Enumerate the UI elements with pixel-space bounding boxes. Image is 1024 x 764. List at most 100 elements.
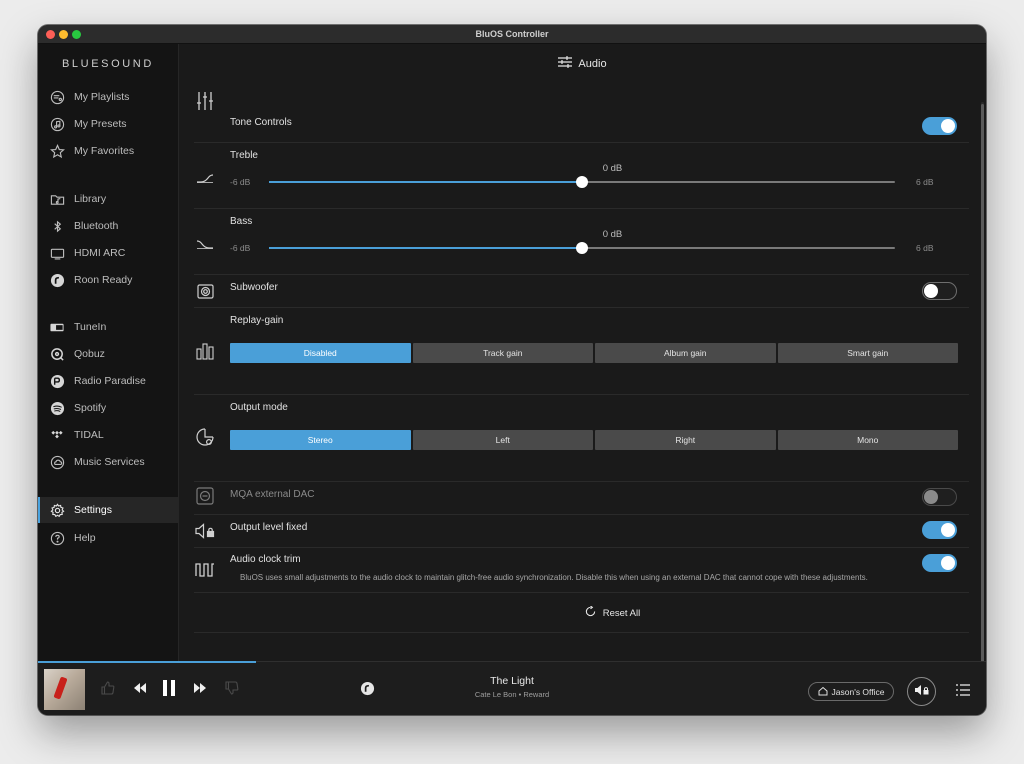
sidebar-item-label: Help [74,532,96,544]
sidebar-item-label: HDMI ARC [74,247,126,259]
page-header: Audio [179,55,986,73]
output-level-fixed-toggle[interactable] [922,521,957,539]
sidebar-item-radio-paradise[interactable]: Radio Paradise [38,368,179,394]
sidebar-item-my-presets[interactable]: My Presets [38,111,179,137]
sidebar-item-label: My Presets [74,118,127,130]
toggle-knob [941,556,955,570]
sidebar-item-label: Settings [74,504,112,516]
audio-settings-panel: Audio Tone Controls Treble 0 dB -6 dB 6 … [179,44,986,677]
bluetooth-icon [49,218,65,234]
audio-clock-trim-description: BluOS uses small adjustments to the audi… [240,573,868,582]
mqa-external-dac-toggle[interactable] [922,488,957,506]
room-name: Jason's Office [831,686,885,697]
output-mode-left-button[interactable]: Left [412,430,593,450]
sidebar-item-label: TuneIn [74,321,107,333]
treble-slider[interactable] [269,176,895,188]
gear-icon [49,502,65,518]
reset-all-row: Reset All [179,605,986,620]
audio-clock-trim-label: Audio clock trim [230,554,301,565]
output-mode-mono-button[interactable]: Mono [777,430,958,450]
page-title: Audio [578,57,607,70]
folder-music-icon [49,191,65,207]
tone-controls-label: Tone Controls [230,117,292,128]
replay-gain-smart-button[interactable]: Smart gain [777,343,958,363]
reset-all-label: Reset All [602,607,641,619]
tidal-icon [49,427,65,443]
output-mode-stereo-button[interactable]: Stereo [230,430,411,450]
subwoofer-icon [194,281,216,301]
sidebar-item-library[interactable]: Library [38,186,179,212]
sidebar-item-tunein[interactable]: TuneIn [38,314,179,340]
scrollbar-thumb[interactable] [981,104,984,664]
tunein-icon [49,319,65,335]
sidebar-item-spotify[interactable]: Spotify [38,395,179,421]
bluesound-logo: BLUESOUND [62,58,154,70]
replay-gain-disabled-button[interactable]: Disabled [230,343,411,363]
replay-gain-selector: Disabled Track gain Album gain Smart gai… [230,343,958,363]
home-icon [818,686,828,698]
toggle-knob [941,119,955,133]
sidebar-item-music-services[interactable]: Music Services [38,449,179,475]
divider [194,394,969,395]
slider-fill [269,181,582,183]
divider [194,274,969,275]
replay-gain-track-button[interactable]: Track gain [412,343,593,363]
speaker-lock-icon [914,683,929,701]
sidebar-item-roon-ready[interactable]: Roon Ready [38,267,179,293]
replay-gain-album-button[interactable]: Album gain [595,343,776,363]
sidebar-item-my-favorites[interactable]: My Favorites [38,138,179,164]
output-mode-icon [194,427,216,447]
sidebar-item-label: Roon Ready [74,274,133,286]
divider [194,592,969,593]
output-level-fixed-label: Output level fixed [230,522,308,533]
sidebar-item-help[interactable]: Help [38,525,179,551]
tone-controls-toggle[interactable] [922,117,957,135]
sidebar-item-bluetooth[interactable]: Bluetooth [38,213,179,239]
replay-gain-label: Replay-gain [230,315,284,326]
cloud-icon [49,454,65,470]
slider-fill [269,247,582,249]
playback-progress[interactable] [38,661,257,663]
audio-clock-trim-toggle[interactable] [922,554,957,572]
divider [194,142,969,143]
sidebar-item-qobuz[interactable]: Qobuz [38,341,179,367]
bass-slider[interactable] [269,242,895,254]
sidebar-item-label: Radio Paradise [74,375,146,387]
bass-slider-knob[interactable] [576,242,588,254]
output-mode-selector: Stereo Left Right Mono [230,430,958,450]
player-bar: The Light Cate Le Bon • Reward Jason's O… [38,661,986,715]
output-mode-right-button[interactable]: Right [595,430,776,450]
treble-value: 0 dB [602,163,623,174]
room-selector-button[interactable]: Jason's Office [808,682,894,701]
window-title: BluOS Controller [475,29,549,39]
subwoofer-toggle[interactable] [922,282,957,300]
bars-icon [194,341,216,361]
sidebar-item-my-playlists[interactable]: My Playlists [38,84,179,110]
equalizer-icon [194,91,216,111]
square-wave-icon [194,560,216,580]
divider [194,307,969,308]
subwoofer-label: Subwoofer [230,282,278,293]
sidebar: BLUESOUND My Playlists My Presets My Fav… [38,44,179,661]
mqa-icon [194,486,216,506]
bass-value: 0 dB [602,229,623,240]
sidebar-item-tidal[interactable]: TIDAL [38,422,179,448]
divider [194,514,969,515]
sidebar-item-settings[interactable]: Settings [38,497,179,523]
playlist-icon [49,89,65,105]
queue-list-icon[interactable] [955,683,971,697]
toggle-knob [924,490,938,504]
sliders-icon [558,56,573,71]
sidebar-item-label: Qobuz [74,348,105,360]
app-window: BluOS Controller BLUESOUND My Playlists … [38,25,986,715]
sidebar-item-label: Spotify [74,402,107,414]
treble-max-label: 6 dB [916,177,934,187]
sidebar-item-label: TIDAL [74,429,104,441]
sidebar-item-hdmi-arc[interactable]: HDMI ARC [38,240,179,266]
divider [194,208,969,209]
radio-paradise-icon [49,373,65,389]
volume-button[interactable] [907,677,936,706]
divider [194,547,969,548]
reset-all-button[interactable]: Reset All [585,605,641,620]
treble-slider-knob[interactable] [576,176,588,188]
